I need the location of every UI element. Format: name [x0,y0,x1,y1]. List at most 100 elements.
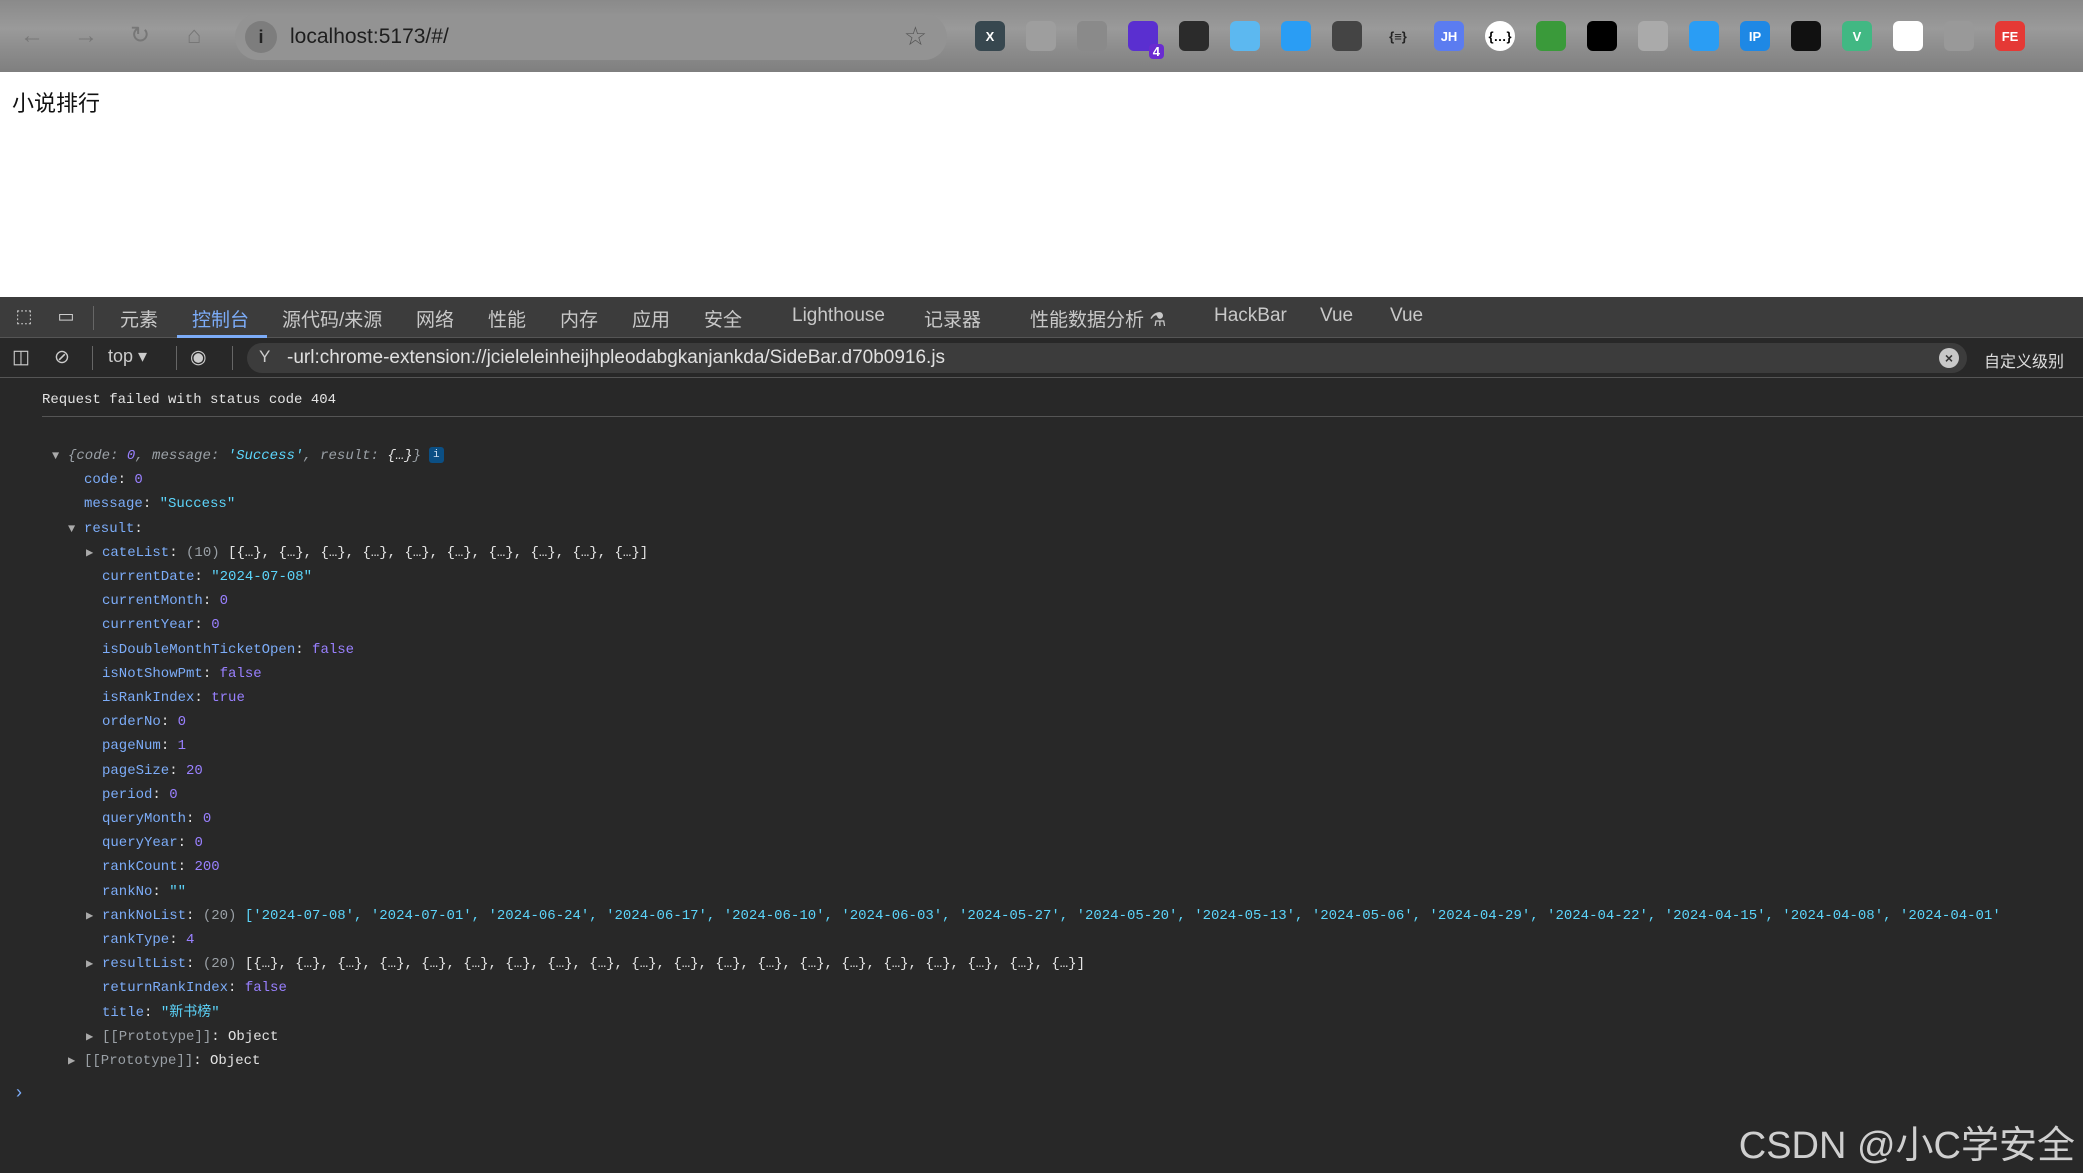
console-prompt[interactable]: › [16,1082,22,1103]
console-line: orderNo: 0 [102,710,186,734]
colon: : [194,617,212,634]
clear-console-icon[interactable]: ⊘ [54,346,70,369]
tab-8[interactable]: Lighthouse [792,305,885,327]
forward-icon[interactable]: → [72,22,100,50]
colon: : [152,786,170,803]
tab-13[interactable]: Vue [1390,305,1423,327]
console-toolbar: ◫ ⊘ top ▾ ◉ Y -url:chrome-extension://jc… [0,338,2083,378]
tab-3[interactable]: 网络 [416,305,454,332]
jh-ext-icon[interactable]: JH [1434,21,1464,51]
cloud-ext-icon[interactable] [1230,21,1260,51]
tab-12[interactable]: Vue [1320,305,1353,327]
home-icon[interactable]: ⌂ [180,22,208,50]
site-info-icon[interactable]: i [245,21,277,53]
device-toolbar-icon[interactable]: ▭ [54,306,78,328]
bookmark-star-icon[interactable]: ☆ [904,21,927,52]
a-ext-icon[interactable] [1893,21,1923,51]
property-key: result [84,520,135,537]
tab-2[interactable]: 源代码/来源 [282,305,382,332]
property-key: pageNum [102,738,161,755]
colon: : [134,520,143,537]
tab-6[interactable]: 应用 [632,305,670,332]
property-key: message [84,496,143,513]
tab-0[interactable]: 元素 [120,305,158,332]
value: 0 [126,448,136,464]
info-badge-icon[interactable]: i [428,447,444,464]
address-bar[interactable]: i localhost:5173/#/ ☆ [235,14,947,60]
property-value: "Success" [159,496,236,513]
hat-ext-icon[interactable] [1332,21,1362,51]
live-expression-eye-icon[interactable]: ◉ [190,346,207,369]
browser-toolbar: ← → ↻ ⌂ i localhost:5173/#/ ☆ X 4 {≡} JH {…}… [0,0,2083,72]
context-selector[interactable]: top ▾ [108,346,147,367]
property-value: false [219,665,262,682]
colon: : [169,932,187,948]
colon: : [177,835,195,852]
collapse-triangle-icon[interactable]: ▼ [52,444,59,468]
property-key: isNotShowPmt [102,665,203,682]
extensions-bar: X 4 {≡} JH {…} IP V FE [975,21,2025,59]
colon: : [177,859,195,876]
inspect-element-icon[interactable]: ⬚ [12,306,36,328]
colon: : [210,448,228,464]
tab-10[interactable]: 性能数据分析 ⚗ [1030,305,1166,332]
cmd-ext-icon[interactable] [1638,21,1668,51]
expand-triangle-icon[interactable]: ▶ [86,952,93,976]
expand-triangle-icon[interactable]: ▶ [86,541,93,565]
tab-11[interactable]: HackBar [1214,305,1287,327]
property-value: [{…}, {…}, {…}, {…}, {…}, {…}, {…}, {…},… [228,544,649,561]
spy-ext-icon[interactable] [1689,21,1719,51]
property-key: isDoubleMonthTicketOpen [102,641,296,658]
tab-5[interactable]: 内存 [560,305,598,332]
fe-ext-icon[interactable]: FE [1995,21,2025,51]
satellite-ext-icon[interactable] [1944,21,1974,51]
property-value: 200 [194,859,220,876]
brace: } [412,448,421,464]
property-key: rankNo [102,883,153,900]
camera-ext-icon[interactable] [1026,21,1056,51]
console-line: isNotShowPmt: false [102,662,262,686]
property-value: 1 [177,738,187,755]
robot-ext-icon[interactable] [1077,21,1107,51]
property-value: 0 [134,472,143,489]
filter-text[interactable]: -url:chrome-extension://jcieleleinheijhp… [287,347,945,369]
property-value: "" [169,883,187,900]
colon: : [295,641,313,658]
tab-7[interactable]: 安全 [704,305,742,332]
vue-ext-icon[interactable]: V [1842,21,1872,51]
log-levels-dropdown[interactable]: 自定义级别 [1984,348,2064,372]
filter-input[interactable]: Y -url:chrome-extension://jcieleleinheij… [247,343,1967,373]
property-key: period [102,786,153,803]
back-icon[interactable]: ← [18,22,46,50]
ip-ext-icon[interactable]: IP [1740,21,1770,51]
console-line: ▶ [[Prototype]]: Object [68,1049,260,1073]
ring-ext-icon[interactable] [1587,21,1617,51]
expand-triangle-icon[interactable]: ▶ [68,1049,75,1073]
console-line: queryYear: 0 [102,831,203,855]
json-ext-icon[interactable]: {…} [1485,21,1515,51]
property-value: 0 [211,617,220,634]
property-value: 0 [219,593,229,610]
tab-9[interactable]: 记录器 [924,305,981,332]
braces-ext-icon[interactable]: {≡} [1383,21,1413,51]
hacker-ext-icon[interactable] [1791,21,1821,51]
circle-ext-icon[interactable] [1179,21,1209,51]
expand-triangle-icon[interactable]: ▶ [86,904,93,928]
pin-ext-icon[interactable] [1281,21,1311,51]
purple-ext-icon[interactable]: 4 [1128,21,1164,59]
collapse-triangle-icon[interactable]: ▼ [68,517,75,541]
comma: , [135,448,153,464]
expand-triangle-icon[interactable]: ▶ [86,1025,93,1049]
globe-ext-icon[interactable] [1536,21,1566,51]
url-text[interactable]: localhost:5173/#/ [290,25,449,49]
property-key: [[Prototype]] [84,1053,194,1069]
property-key: cateList [102,544,170,561]
value: {…} [387,448,413,464]
x-ext-icon[interactable]: X [975,21,1005,51]
sidebar-toggle-icon[interactable]: ◫ [12,346,30,369]
tab-4[interactable]: 性能 [488,305,526,332]
property-key: currentYear [102,617,195,634]
clear-filter-icon[interactable]: × [1939,348,1959,368]
tab-1[interactable]: 控制台 [192,305,249,332]
reload-icon[interactable]: ↻ [126,22,154,50]
